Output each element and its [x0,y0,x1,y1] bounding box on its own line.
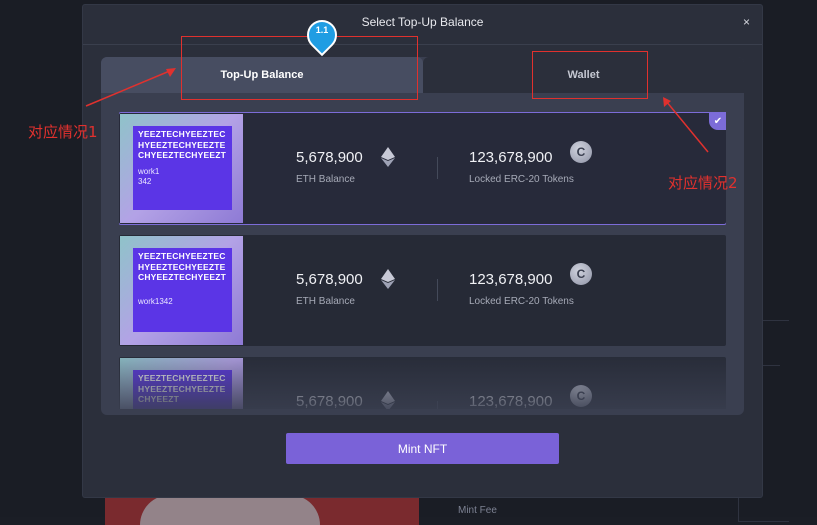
card-divider [437,401,438,409]
nft-name: YEEZTECHYEEZTECHYEEZTECHYEEZTECHYEEZTECH… [138,251,227,282]
modal-title: Select Top-Up Balance [361,15,484,29]
check-icon: ✔ [709,112,726,130]
token-value: 123,678,900 [469,271,553,288]
ethereum-icon [381,147,395,167]
nft-thumbnail-label: YEEZTECHYEEZTECHYEEZTECHYEEZTECHYEEZT [133,370,232,409]
mint-nft-button[interactable]: Mint NFT [286,433,559,464]
nft-card[interactable]: YEEZTECHYEEZTECHYEEZTECHYEEZTECHYEEZTECH… [119,112,726,225]
annotation-box-2 [532,51,648,99]
nft-name: YEEZTECHYEEZTECHYEEZTECHYEEZTECHYEEZTECH… [138,129,227,160]
nft-thumbnail: YEEZTECHYEEZTECHYEEZTECHYEEZTECHYEEZT [120,358,243,409]
card-divider [437,279,438,301]
pin-marker-label: 1.1 [315,25,329,35]
nft-card[interactable]: YEEZTECHYEEZTECHYEEZTECHYEEZTECHYEEZTECH… [119,235,726,346]
token-value: 123,678,900 [469,149,553,166]
eth-balance-label: ETH Balance [296,174,355,185]
nft-thumbnail: YEEZTECHYEEZTECHYEEZTECHYEEZTECHYEEZTECH… [120,236,243,345]
ethereum-icon [381,269,395,289]
nft-subtitle: work1342 [138,296,173,306]
nft-name: YEEZTECHYEEZTECHYEEZTECHYEEZTECHYEEZT [138,373,226,404]
eth-balance-label: ETH Balance [296,296,355,307]
background-shoe-image [140,495,320,525]
eth-balance-value: 5,678,900 [296,393,363,409]
annotation-box-1 [181,36,418,100]
nft-subtitle: work1 342 [138,166,160,186]
tabs-panel: Top-Up Balance Wallet YEEZTECHYEEZTECHYE… [101,57,744,415]
token-value: 123,678,900 [469,393,553,409]
mint-fee-label: Mint Fee [458,505,497,516]
close-icon[interactable]: × [743,15,750,29]
eth-balance-value: 5,678,900 [296,271,363,288]
nft-thumbnail-label: YEEZTECHYEEZTECHYEEZTECHYEEZTECHYEEZTECH… [133,248,232,332]
token-label: Locked ERC-20 Tokens [469,174,574,185]
coin-c-icon: C [570,263,592,285]
eth-balance-value: 5,678,900 [296,149,363,166]
nft-thumbnail-label: YEEZTECHYEEZTECHYEEZTECHYEEZTECHYEEZTECH… [133,126,232,210]
card-divider [437,157,438,179]
nft-card[interactable]: YEEZTECHYEEZTECHYEEZTECHYEEZTECHYEEZT 5,… [119,357,726,409]
annotation-label-2: 对应情况2 [668,174,738,192]
nft-thumbnail: YEEZTECHYEEZTECHYEEZTECHYEEZTECHYEEZTECH… [120,114,243,223]
annotation-label-1: 对应情况1 [28,123,98,141]
ethereum-icon [381,391,395,409]
coin-c-icon: C [570,385,592,407]
token-label: Locked ERC-20 Tokens [469,296,574,307]
nft-list: YEEZTECHYEEZTECHYEEZTECHYEEZTECHYEEZTECH… [119,111,726,409]
coin-c-icon: C [570,141,592,163]
